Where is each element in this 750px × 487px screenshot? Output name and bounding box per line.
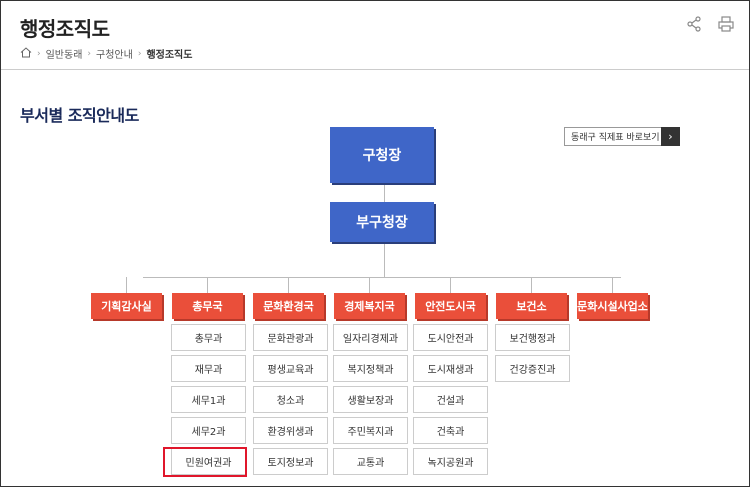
home-icon[interactable] bbox=[20, 46, 32, 61]
breadcrumb-item[interactable]: 구청안내 bbox=[96, 46, 133, 61]
team-box[interactable]: 재무과 bbox=[171, 355, 246, 382]
section-title: 부서별 조직안내도 bbox=[20, 106, 139, 125]
page-frame: 행정조직도 › 일반동래 › 구청안내 › 행정조직도 부서별 조직안내도 동래… bbox=[0, 0, 750, 487]
page-title: 행정조직도 bbox=[20, 17, 110, 41]
team-box[interactable]: 총무과 bbox=[171, 324, 246, 351]
team-box[interactable]: 건축과 bbox=[413, 417, 488, 444]
team-box[interactable]: 녹지공원과 bbox=[413, 448, 488, 475]
breadcrumb-separator: › bbox=[37, 48, 41, 59]
team-box[interactable]: 주민복지과 bbox=[333, 417, 408, 444]
breadcrumb: › 일반동래 › 구청안내 › 행정조직도 bbox=[20, 46, 192, 61]
breadcrumb-current: 행정조직도 bbox=[146, 50, 193, 61]
connector-line bbox=[288, 277, 289, 293]
department-box[interactable]: 기획감사실 bbox=[91, 293, 162, 319]
deputy-mayor-box[interactable]: 부구청장 bbox=[330, 202, 434, 242]
connector-line bbox=[369, 277, 370, 293]
team-box[interactable]: 토지정보과 bbox=[253, 448, 328, 475]
print-icon[interactable] bbox=[717, 15, 735, 33]
department-box[interactable]: 문화시설사업소 bbox=[577, 293, 648, 319]
team-box[interactable]: 생활보장과 bbox=[333, 386, 408, 413]
team-box[interactable]: 세무1과 bbox=[171, 386, 246, 413]
department-box[interactable]: 총무국 bbox=[172, 293, 243, 319]
department-box[interactable]: 문화환경국 bbox=[253, 293, 324, 319]
team-box[interactable]: 문화관광과 bbox=[253, 324, 328, 351]
connector-line bbox=[207, 277, 208, 293]
connector-line bbox=[126, 277, 127, 293]
team-box[interactable]: 건설과 bbox=[413, 386, 488, 413]
team-box[interactable]: 청소과 bbox=[253, 386, 328, 413]
team-box[interactable]: 도시안전과 bbox=[413, 324, 488, 351]
breadcrumb-separator: › bbox=[87, 48, 92, 59]
breadcrumb-item[interactable]: 일반동래 bbox=[46, 46, 83, 61]
team-box[interactable]: 세무2과 bbox=[171, 417, 246, 444]
org-chart-link-label: 동래구 직제표 바로보기 bbox=[571, 133, 660, 143]
department-box[interactable]: 보건소 bbox=[496, 293, 567, 319]
connector-line bbox=[612, 277, 613, 293]
connector-line bbox=[384, 242, 385, 277]
team-box[interactable]: 복지정책과 bbox=[333, 355, 408, 382]
connector-line bbox=[450, 277, 451, 293]
divider bbox=[1, 69, 749, 70]
department-box[interactable]: 안전도시국 bbox=[415, 293, 486, 319]
breadcrumb-separator: › bbox=[137, 48, 142, 59]
highlight-box bbox=[163, 447, 247, 477]
team-box[interactable]: 평생교육과 bbox=[253, 355, 328, 382]
org-chart-link-button[interactable]: 동래구 직제표 바로보기 › bbox=[564, 127, 680, 146]
page-actions bbox=[685, 15, 735, 33]
team-box[interactable]: 일자리경제과 bbox=[333, 324, 408, 351]
team-box[interactable]: 보건행정과 bbox=[495, 324, 570, 351]
chevron-right-icon: › bbox=[661, 127, 680, 146]
mayor-box[interactable]: 구청장 bbox=[330, 127, 434, 183]
team-box[interactable]: 도시재생과 bbox=[413, 355, 488, 382]
team-box[interactable]: 환경위생과 bbox=[253, 417, 328, 444]
connector-line bbox=[384, 183, 385, 202]
share-icon[interactable] bbox=[685, 15, 703, 33]
connector-line bbox=[531, 277, 532, 293]
team-box[interactable]: 교통과 bbox=[333, 448, 408, 475]
team-box[interactable]: 건강증진과 bbox=[495, 355, 570, 382]
department-box[interactable]: 경제복지국 bbox=[334, 293, 405, 319]
connector-line bbox=[143, 277, 621, 278]
